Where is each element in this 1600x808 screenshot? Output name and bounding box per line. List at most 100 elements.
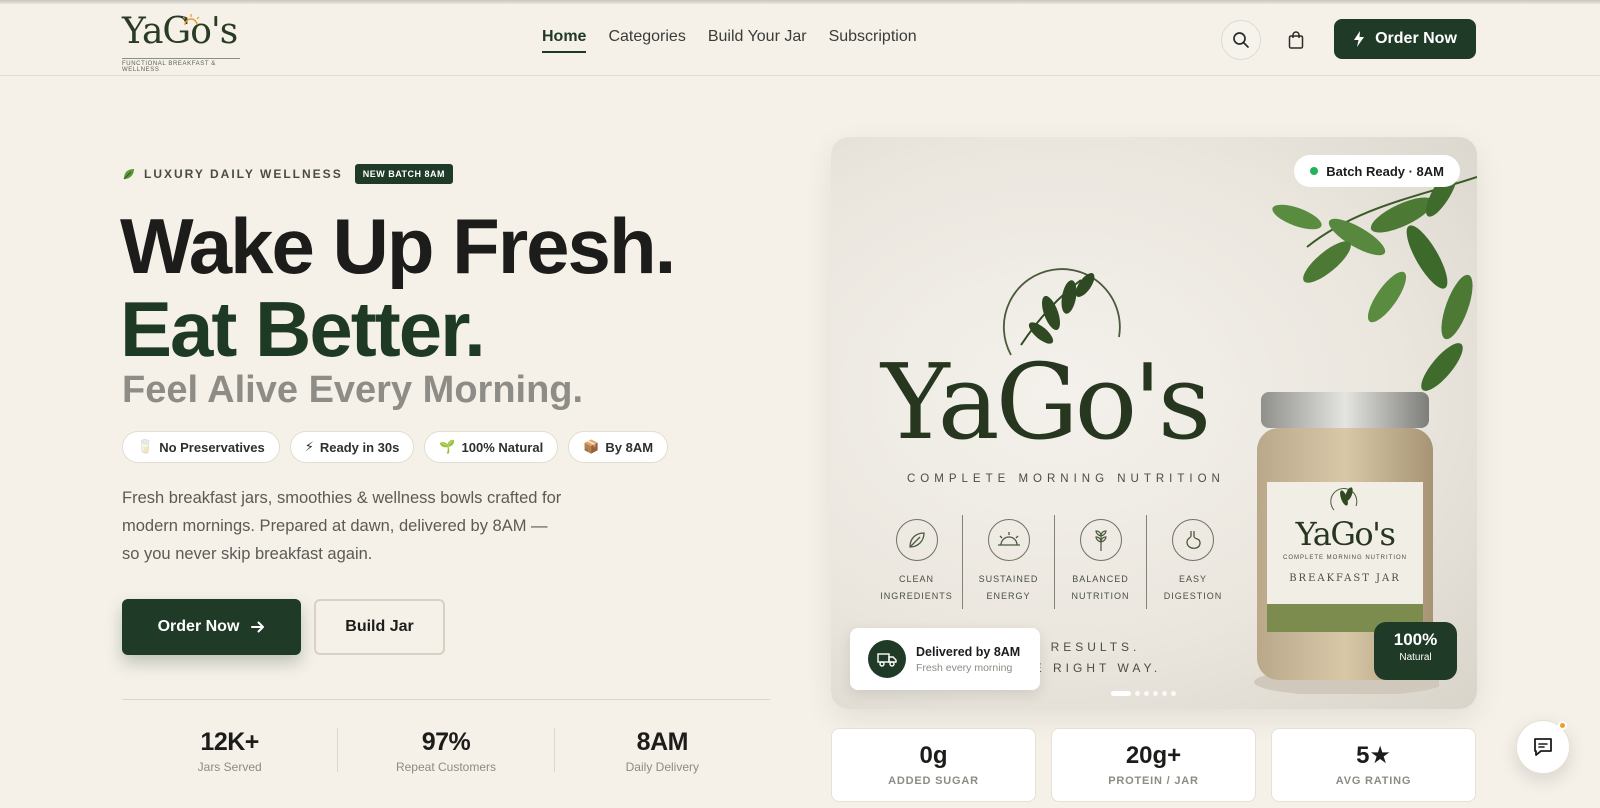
metric-value: 20g+: [1125, 742, 1182, 769]
feature-pills: 🥛 No Preservatives ⚡ Ready in 30s 🌱 100%…: [122, 431, 669, 463]
card-brand-subtitle: COMPLETE MORNING NUTRITION: [907, 473, 1225, 485]
benefit-label: BALANCED NUTRITION: [1071, 574, 1130, 601]
wheat-icon: [1079, 519, 1122, 561]
search-icon: [1233, 32, 1249, 48]
headline-eat-better: Eat Better.: [120, 285, 486, 373]
package-icon: 📦: [583, 439, 600, 454]
main-nav: Home Categories Build Your Jar Subscript…: [542, 28, 917, 53]
hero-order-button[interactable]: Order Now: [122, 599, 301, 655]
jar-brand: YaGo's: [1295, 515, 1396, 553]
stats-divider: [122, 699, 770, 700]
sunrise-icon: [987, 519, 1030, 561]
stomach-icon: [1172, 519, 1214, 561]
benefit-label: EASY DIGESTION: [1163, 574, 1223, 601]
nav-categories[interactable]: Categories: [608, 28, 685, 53]
truck-icon: [868, 640, 906, 678]
eyebrow-text: LUXURY DAILY WELLNESS: [144, 167, 343, 181]
pill-100-natural: 🌱 100% Natural: [424, 431, 559, 463]
chat-button[interactable]: [1516, 720, 1570, 774]
carousel-dots: [1111, 691, 1176, 696]
new-batch-badge: NEW BATCH 8AM: [354, 164, 454, 184]
stat-daily-delivery: 8AM Daily Delivery: [555, 728, 770, 774]
metric-label: ADDED SUGAR: [888, 775, 979, 787]
benefit-sustained-energy: SUSTAINED ENERGY: [963, 515, 1055, 609]
header-order-label: Order Now: [1375, 30, 1457, 47]
carousel-dot[interactable]: [1171, 691, 1176, 696]
natural-badge: 100% Natural: [1374, 622, 1457, 680]
pill-ready-in-30s: ⚡ Ready in 30s: [289, 431, 415, 463]
stat-value: 97%: [421, 728, 471, 756]
status-dot: [1310, 167, 1319, 175]
benefit-label: CLEAN INGREDIENTS: [880, 574, 953, 601]
jar-subtitle: COMPLETE MORNING NUTRITION: [1282, 555, 1407, 561]
hero-order-label: Order Now: [157, 618, 240, 635]
build-jar-button[interactable]: Build Jar: [314, 599, 445, 655]
chat-icon: [1534, 738, 1552, 756]
bag-icon: [1288, 31, 1304, 49]
pill-label: By 8AM: [605, 439, 654, 455]
carousel-dot[interactable]: [1153, 691, 1158, 696]
hero-stats: 12K+ Jars Served 97% Repeat Customers 8A…: [122, 728, 770, 774]
stat-jars-served: 12K+ Jars Served: [122, 728, 339, 774]
metric-value: 0g: [919, 742, 948, 769]
carousel-dot[interactable]: [1144, 691, 1149, 696]
stat-value: 8AM: [636, 728, 689, 756]
jar-label: YaGo's COMPLETE MORNING NUTRITION BREAKF…: [1267, 482, 1423, 584]
benefit-clean-ingredients: CLEAN INGREDIENTS: [871, 515, 963, 609]
logo-tagline: FUNCTIONAL BREAKFAST & WELLNESS: [122, 58, 240, 73]
carousel-dot[interactable]: [1111, 691, 1131, 696]
metric-protein: 20g+ PROTEIN / JAR: [1051, 728, 1256, 802]
results-line: HE RIGHT WAY.: [1021, 661, 1162, 675]
stat-value: 12K+: [200, 728, 259, 756]
natural-value: 100%: [1393, 630, 1438, 649]
nav-home[interactable]: Home: [542, 28, 587, 53]
hero-product-carousel[interactable]: Batch Ready · 8AM YaGo's COMPLETE MORNIN…: [831, 137, 1477, 709]
pill-no-preservatives: 🥛 No Preservatives: [122, 431, 280, 463]
delivery-text: Delivered by 8AM Fresh every morning: [916, 645, 1020, 674]
benefit-easy-digestion: EASY DIGESTION: [1147, 515, 1239, 609]
leaf-emblem-icon: [1330, 487, 1358, 511]
arrow-right-icon: [251, 621, 265, 633]
milk-icon: 🥛: [137, 439, 154, 454]
batch-status-text: Batch Ready · 8AM: [1326, 163, 1444, 179]
results-line: AL RESULTS.: [1021, 640, 1141, 654]
lightning-icon: [1354, 31, 1365, 47]
brand-logo[interactable]: YaGo's FUNCTIONAL BREAKFAST & WELLNESS: [122, 12, 246, 73]
sun-logo-icon: [182, 14, 200, 26]
metric-added-sugar: 0g ADDED SUGAR: [831, 728, 1036, 802]
benefit-label: SUSTAINED ENERGY: [978, 574, 1039, 601]
notification-dot: [1558, 721, 1567, 730]
pill-label: 100% Natural: [461, 439, 544, 455]
header-order-button[interactable]: Order Now: [1334, 19, 1476, 59]
stat-repeat-customers: 97% Repeat Customers: [338, 728, 555, 774]
results-tagline: AL RESULTS. HE RIGHT WAY.: [1021, 637, 1161, 679]
stat-label: Daily Delivery: [625, 760, 699, 774]
stat-label: Jars Served: [197, 760, 262, 774]
pill-by-8am: 📦 By 8AM: [568, 431, 669, 463]
jar-product-label: BREAKFAST JAR: [1289, 573, 1401, 584]
seedling-icon: 🌱: [439, 439, 456, 454]
hero-eyebrow: LUXURY DAILY WELLNESS NEW BATCH 8AM: [122, 164, 454, 184]
search-button[interactable]: [1221, 20, 1261, 60]
nav-build-your-jar[interactable]: Build Your Jar: [708, 28, 807, 53]
nav-subscription[interactable]: Subscription: [829, 28, 917, 53]
carousel-dot[interactable]: [1135, 691, 1140, 696]
delivery-info-card: Delivered by 8AM Fresh every morning: [850, 628, 1040, 690]
pill-label: No Preservatives: [159, 439, 265, 455]
delivery-title: Delivered by 8AM: [916, 644, 1021, 659]
lightning-icon: ⚡: [304, 439, 314, 454]
benefit-balanced-nutrition: BALANCED NUTRITION: [1055, 515, 1147, 609]
leaf-icon: [895, 519, 938, 561]
delivery-subtitle: Fresh every morning: [916, 661, 1013, 674]
headline-feel-alive: Feel Alive Every Morning.: [122, 369, 584, 411]
cart-button[interactable]: [1276, 20, 1316, 60]
pill-label: Ready in 30s: [319, 439, 400, 455]
benefit-icons: CLEAN INGREDIENTS SUSTAINED ENERGY BALAN…: [871, 515, 1239, 609]
site-header: YaGo's FUNCTIONAL BREAKFAST & WELLNESS H…: [0, 4, 1600, 76]
hero-description: Fresh breakfast jars, smoothies & wellne…: [122, 489, 562, 563]
metric-avg-rating: 5★ AVG RATING: [1271, 728, 1476, 802]
stat-label: Repeat Customers: [395, 760, 497, 774]
carousel-dot[interactable]: [1162, 691, 1167, 696]
card-brand-wordmark: YaGo's: [881, 341, 1211, 463]
metric-value: 5★: [1356, 742, 1391, 769]
